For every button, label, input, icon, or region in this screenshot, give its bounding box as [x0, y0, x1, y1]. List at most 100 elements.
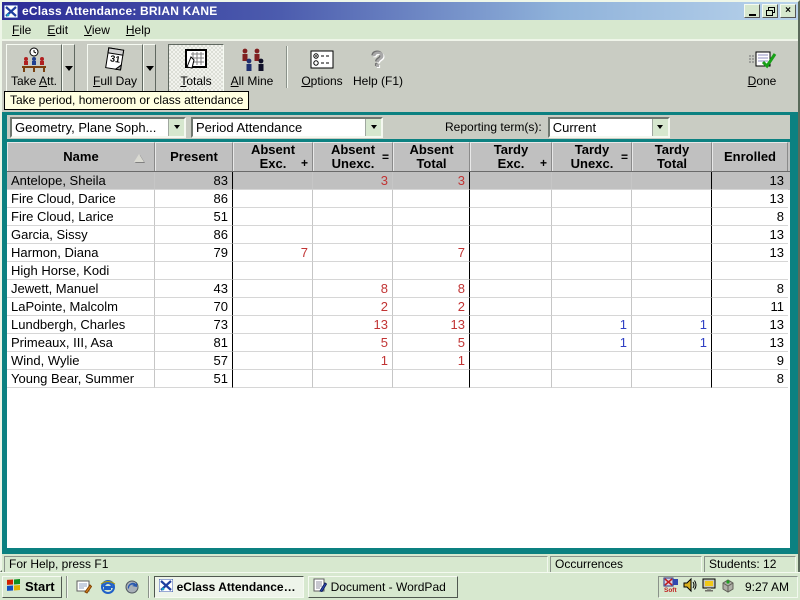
- reporting-term-combo[interactable]: Current: [548, 117, 670, 138]
- cell-tardy-unexc: [552, 172, 632, 190]
- column-header-enrolled[interactable]: Enrolled: [712, 142, 788, 171]
- column-header-absent-unexc[interactable]: Absent Unexc.=: [313, 142, 393, 171]
- cell-absent-exc: [233, 280, 313, 298]
- menu-item-edit[interactable]: Edit: [39, 21, 76, 39]
- table-row[interactable]: Lundbergh, Charles7313131113: [7, 316, 790, 334]
- volume-icon[interactable]: [682, 577, 698, 596]
- take-attendance-dropdown-arrow[interactable]: [62, 44, 75, 92]
- column-header-tardy-total[interactable]: Tardy Total: [632, 142, 712, 171]
- close-button[interactable]: ×: [780, 4, 796, 18]
- column-header-absent-total[interactable]: Absent Total: [393, 142, 470, 171]
- table-row[interactable]: Fire Cloud, Larice518: [7, 208, 790, 226]
- totals-button[interactable]: Totals: [168, 44, 224, 92]
- cell-present: 51: [155, 208, 233, 226]
- cell-enrolled: 9: [712, 352, 788, 370]
- take-attendance-label: Take Att.: [11, 74, 57, 88]
- help-button[interactable]: ? Help (F1): [350, 44, 406, 92]
- equals-symbol: =: [621, 150, 628, 164]
- class-combo-arrow-icon[interactable]: [168, 119, 184, 136]
- take-attendance-button[interactable]: Take Att.: [6, 44, 62, 92]
- taskbar-clock[interactable]: 9:27 AM: [745, 580, 789, 594]
- column-header-label: Absent Unexc.: [322, 143, 384, 171]
- column-header-tardy-unexc[interactable]: Tardy Unexc.=: [552, 142, 632, 171]
- column-header-label: Present: [170, 150, 218, 164]
- cell-name: Harmon, Diana: [7, 244, 155, 262]
- done-icon: [747, 47, 777, 73]
- all-mine-button[interactable]: All Mine: [224, 44, 280, 92]
- status-occurrences: Occurrences: [550, 556, 702, 573]
- plus-symbol: +: [301, 156, 308, 170]
- status-students-count: Students: 12: [704, 556, 796, 573]
- full-day-button[interactable]: 31 Full Day: [87, 44, 143, 92]
- start-button[interactable]: Start: [2, 576, 62, 598]
- done-button[interactable]: Done: [732, 44, 792, 92]
- internet-explorer-icon[interactable]: [98, 577, 118, 597]
- options-button[interactable]: Options: [294, 44, 350, 92]
- cell-tardy-unexc: 1: [552, 334, 632, 352]
- totals-icon: [183, 47, 209, 73]
- task-button-eclass[interactable]: eClass Attendance: BR...: [154, 576, 304, 598]
- soft-tray-icon[interactable]: Soft: [663, 577, 679, 596]
- column-header-tardy-exc[interactable]: Tardy Exc.+: [470, 142, 552, 171]
- package-icon[interactable]: [720, 577, 736, 596]
- column-header-present[interactable]: Present: [155, 142, 233, 171]
- display-icon[interactable]: [701, 577, 717, 596]
- cell-tardy-exc: [470, 262, 552, 280]
- table-row[interactable]: Wind, Wylie57119: [7, 352, 790, 370]
- full-day-dropdown-arrow[interactable]: [143, 44, 156, 92]
- all-mine-label: All Mine: [231, 74, 274, 88]
- table-row[interactable]: Antelope, Sheila833313: [7, 172, 790, 190]
- menu-item-view[interactable]: View: [76, 21, 118, 39]
- attendance-mode-arrow-icon[interactable]: [365, 119, 381, 136]
- attendance-mode-combo[interactable]: Period Attendance: [191, 117, 383, 138]
- cell-absent-unexc: 1: [313, 352, 393, 370]
- window-title: eClass Attendance: BRIAN KANE: [22, 4, 744, 18]
- svg-text:Soft: Soft: [664, 587, 677, 593]
- menu-item-help[interactable]: Help: [118, 21, 159, 39]
- cell-absent-unexc: [313, 208, 393, 226]
- totals-label: Totals: [180, 74, 211, 88]
- reporting-term-label: Reporting term(s):: [445, 120, 542, 134]
- attendance-mode-value: Period Attendance: [193, 119, 365, 136]
- cell-present: 51: [155, 370, 233, 388]
- cell-absent-total: 5: [393, 334, 470, 352]
- minimize-button[interactable]: [744, 4, 760, 18]
- table-row[interactable]: Harmon, Diana797713: [7, 244, 790, 262]
- class-combo[interactable]: Geometry, Plane Soph...: [10, 117, 186, 138]
- cell-enrolled: 11: [712, 298, 788, 316]
- cell-absent-total: [393, 370, 470, 388]
- cell-absent-total: [393, 262, 470, 280]
- options-label: Options: [301, 74, 342, 88]
- cell-absent-exc: 7: [233, 244, 313, 262]
- table-row[interactable]: Fire Cloud, Darice8613: [7, 190, 790, 208]
- cell-tardy-total: [632, 298, 712, 316]
- column-header-name[interactable]: Name: [7, 142, 155, 171]
- table-row[interactable]: Jewett, Manuel43888: [7, 280, 790, 298]
- cell-absent-unexc: [313, 226, 393, 244]
- grid-header: NamePresentAbsent Exc.+Absent Unexc.=Abs…: [7, 142, 790, 172]
- help-icon: ?: [371, 47, 384, 73]
- cell-tardy-exc: [470, 280, 552, 298]
- cell-present: 73: [155, 316, 233, 334]
- cell-enrolled: 13: [712, 244, 788, 262]
- cell-absent-unexc: 13: [313, 316, 393, 334]
- cell-absent-exc: [233, 316, 313, 334]
- cell-name: LaPointe, Malcolm: [7, 298, 155, 316]
- column-header-absent-exc[interactable]: Absent Exc.+: [233, 142, 313, 171]
- show-desktop-icon[interactable]: [74, 577, 94, 597]
- cell-tardy-total: [632, 226, 712, 244]
- outlook-icon[interactable]: [122, 577, 142, 597]
- table-row[interactable]: Garcia, Sissy8613: [7, 226, 790, 244]
- take-attendance-icon: [20, 47, 48, 73]
- start-label: Start: [25, 579, 55, 594]
- restore-button[interactable]: [762, 4, 778, 18]
- task-button-wordpad[interactable]: Document - WordPad: [308, 576, 458, 598]
- menu-item-file[interactable]: File: [4, 21, 39, 39]
- table-row[interactable]: High Horse, Kodi: [7, 262, 790, 280]
- table-row[interactable]: Primeaux, III, Asa81551113: [7, 334, 790, 352]
- table-row[interactable]: LaPointe, Malcolm702211: [7, 298, 790, 316]
- reporting-term-arrow-icon[interactable]: [652, 119, 668, 136]
- cell-tardy-total: [632, 190, 712, 208]
- table-row[interactable]: Young Bear, Summer518: [7, 370, 790, 388]
- sort-ascending-icon: [134, 154, 144, 162]
